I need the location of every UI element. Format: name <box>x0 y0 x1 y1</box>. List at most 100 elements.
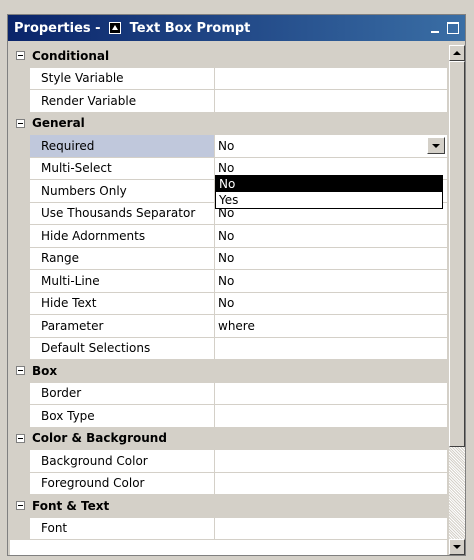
property-row-font[interactable]: Font <box>10 517 447 540</box>
property-value <box>215 360 447 382</box>
row-gutter <box>10 202 30 224</box>
property-row-hide-text[interactable]: Hide Text No <box>10 292 447 315</box>
property-value[interactable]: No <box>215 225 447 247</box>
property-row-required[interactable]: Required No <box>10 135 447 158</box>
property-value[interactable] <box>215 518 447 540</box>
property-name: Font <box>30 517 215 539</box>
property-value[interactable] <box>215 405 447 427</box>
property-row-parameter[interactable]: Parameter where <box>10 315 447 338</box>
row-gutter <box>10 180 30 202</box>
property-value[interactable] <box>215 473 447 495</box>
property-row-box-type[interactable]: Box Type <box>10 405 447 428</box>
row-gutter <box>10 67 30 89</box>
required-dropdown-list: No Yes <box>215 175 443 209</box>
window-title: Properties - Text Box Prompt <box>14 21 250 36</box>
collapse-minus-icon[interactable] <box>15 433 25 443</box>
property-row-foreground-color[interactable]: Foreground Color <box>10 472 447 495</box>
property-value[interactable] <box>215 90 447 112</box>
row-gutter <box>10 315 30 337</box>
property-value <box>215 112 447 134</box>
title-suffix: Text Box Prompt <box>129 20 251 36</box>
row-gutter <box>10 135 30 157</box>
title-buttons <box>429 22 459 34</box>
property-name: Border <box>30 382 215 404</box>
property-row-range[interactable]: Range No <box>10 247 447 270</box>
category-conditional[interactable]: Conditional <box>10 45 447 68</box>
property-value[interactable] <box>215 383 447 405</box>
property-row-hide-adornments[interactable]: Hide Adornments No <box>10 225 447 248</box>
text-box-icon <box>109 21 122 34</box>
property-value[interactable]: No <box>215 293 447 315</box>
row-gutter <box>10 45 30 67</box>
property-value[interactable] <box>215 338 447 360</box>
property-value[interactable]: No <box>215 248 447 270</box>
dropdown-option-no[interactable]: No <box>216 176 442 192</box>
property-row-render-variable[interactable]: Render Variable <box>10 90 447 113</box>
property-value[interactable]: where <box>215 315 447 337</box>
scroll-thumb[interactable] <box>449 61 465 447</box>
scroll-up-button[interactable] <box>449 45 465 61</box>
property-name: Range <box>30 247 215 269</box>
category-label: Color & Background <box>30 427 215 449</box>
category-color-and-background[interactable]: Color & Background <box>10 427 447 450</box>
scroll-down-button[interactable] <box>449 539 465 555</box>
property-name: Hide Adornments <box>30 225 215 247</box>
property-value <box>215 495 447 517</box>
collapse-minus-icon[interactable] <box>15 501 25 511</box>
vertical-scrollbar[interactable] <box>449 45 465 555</box>
row-gutter <box>10 360 30 382</box>
category-label: General <box>30 112 215 134</box>
category-font-and-text[interactable]: Font & Text <box>10 495 447 518</box>
category-general[interactable]: General <box>10 112 447 135</box>
category-label: Conditional <box>30 45 215 67</box>
property-row-background-color[interactable]: Background Color <box>10 450 447 473</box>
row-gutter <box>10 247 30 269</box>
property-name: Use Thousands Separator <box>30 202 215 224</box>
row-gutter <box>10 427 30 449</box>
property-row-border[interactable]: Border <box>10 382 447 405</box>
property-value[interactable]: No <box>215 135 447 157</box>
property-value <box>215 427 447 449</box>
property-row-default-selections[interactable]: Default Selections <box>10 337 447 360</box>
row-gutter <box>10 382 30 404</box>
property-name: Multi-Select <box>30 157 215 179</box>
category-label: Box <box>30 360 215 382</box>
property-name: Multi-Line <box>30 270 215 292</box>
property-value <box>215 45 447 67</box>
row-gutter <box>10 90 30 112</box>
property-row-style-variable[interactable]: Style Variable <box>10 67 447 90</box>
category-label: Font & Text <box>30 495 215 517</box>
collapse-minus-icon[interactable] <box>15 118 25 128</box>
title-bar[interactable]: Properties - Text Box Prompt <box>8 15 465 41</box>
row-gutter <box>10 337 30 359</box>
arrow-up-icon <box>453 51 461 55</box>
row-gutter <box>10 450 30 472</box>
property-value[interactable] <box>215 68 447 90</box>
row-gutter <box>10 405 30 427</box>
property-value[interactable] <box>215 450 447 472</box>
property-name: Background Color <box>30 450 215 472</box>
title-prefix: Properties - <box>14 20 101 36</box>
collapse-minus-icon[interactable] <box>15 366 25 376</box>
category-box[interactable]: Box <box>10 360 447 383</box>
arrow-down-icon <box>453 545 461 549</box>
property-value[interactable]: No <box>215 270 447 292</box>
property-row-multi-line[interactable]: Multi-Line No <box>10 270 447 293</box>
properties-window: Properties - Text Box Prompt Conditional… <box>7 14 466 556</box>
property-name: Parameter <box>30 315 215 337</box>
row-gutter <box>10 157 30 179</box>
row-gutter <box>10 225 30 247</box>
collapse-minus-icon[interactable] <box>15 51 25 61</box>
chevron-down-icon <box>432 143 440 148</box>
minimize-icon[interactable] <box>429 22 441 34</box>
row-gutter <box>10 517 30 539</box>
dropdown-option-yes[interactable]: Yes <box>216 192 442 208</box>
row-gutter <box>10 472 30 494</box>
property-name: Render Variable <box>30 90 215 112</box>
property-name: Box Type <box>30 405 215 427</box>
maximize-icon[interactable] <box>447 22 459 34</box>
property-name: Required <box>30 135 215 157</box>
row-gutter <box>10 270 30 292</box>
dropdown-button[interactable] <box>427 137 445 154</box>
row-gutter <box>10 292 30 314</box>
